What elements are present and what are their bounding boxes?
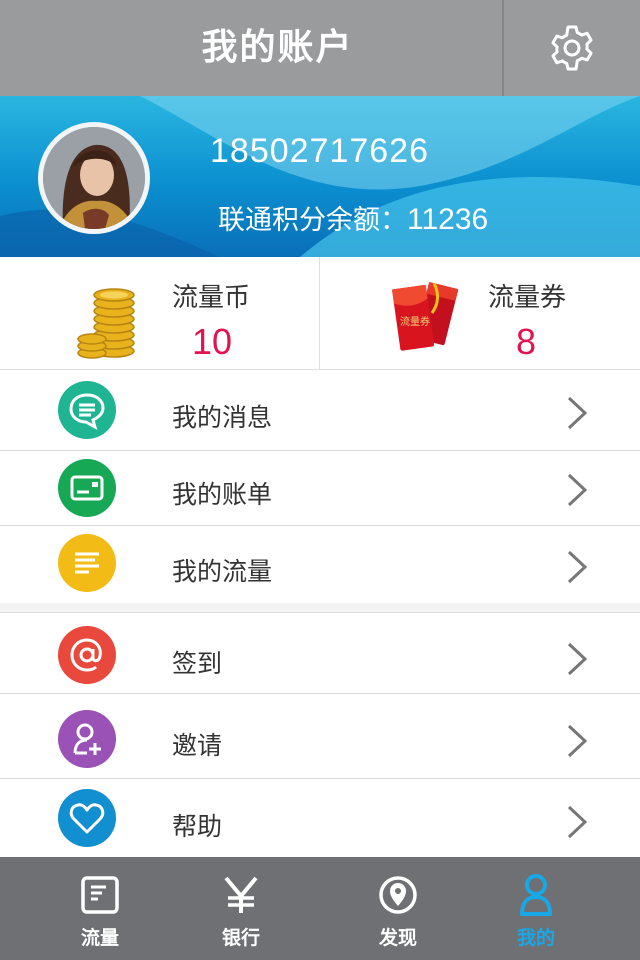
avatar[interactable] — [38, 122, 150, 234]
traffic-coins-label: 流量币 — [172, 283, 251, 313]
profile-banner: 18502717626 联通积分余额：11236 — [0, 96, 640, 257]
menu-item-invite[interactable]: 邀请 — [0, 694, 640, 779]
gold-coins-icon — [77, 288, 135, 359]
traffic-icon-badge — [58, 534, 116, 592]
menu-label: 邀请 — [172, 731, 223, 760]
chevron-right-icon — [567, 724, 588, 758]
traffic-coupons-value: 8 — [516, 321, 537, 362]
bills-icon-badge — [58, 459, 116, 517]
points-balance: 联通积分余额：11236 — [218, 198, 488, 237]
chevron-right-icon — [567, 396, 588, 430]
chevron-right-icon — [567, 550, 588, 584]
messages-icon-badge — [58, 381, 116, 439]
tab-label: 银行 — [221, 927, 260, 949]
points-label: 联通积分余额： — [218, 205, 407, 236]
section-divider — [0, 603, 640, 613]
menu-item-traffic[interactable]: 我的流量 — [0, 526, 640, 603]
menu-item-help[interactable]: 帮助 — [0, 779, 640, 857]
card-icon — [70, 475, 104, 501]
bottom-tab-bar: 流量 银行 发现 我的 — [0, 857, 640, 960]
at-sign-icon — [70, 638, 102, 672]
checkin-icon-badge — [58, 626, 116, 684]
invite-icon-badge — [58, 710, 116, 768]
tab-mine[interactable]: 我的 — [466, 857, 606, 960]
red-envelope-coupon-icon: 流量券 — [391, 281, 459, 351]
tab-bank[interactable]: 银行 — [171, 857, 311, 960]
tab-label: 发现 — [378, 927, 417, 949]
add-person-icon — [73, 723, 101, 755]
stats-row: 流量币 10 流量券 流量券 8 — [0, 257, 640, 370]
gear-icon — [551, 25, 593, 71]
tab-traffic[interactable]: 流量 — [30, 857, 170, 960]
chevron-right-icon — [567, 642, 588, 676]
person-icon — [514, 873, 558, 917]
document-icon — [78, 873, 122, 917]
location-pin-icon — [376, 873, 420, 917]
menu-label: 我的账单 — [172, 480, 273, 509]
traffic-coins-card[interactable]: 流量币 10 — [0, 257, 320, 369]
coupon-icon-text: 流量券 — [400, 315, 430, 328]
menu-item-bills[interactable]: 我的账单 — [0, 451, 640, 526]
page-title: 我的账户 — [201, 27, 354, 68]
phone-number: 18502717626 — [210, 132, 430, 170]
traffic-coins-value: 10 — [192, 321, 233, 362]
tab-label: 流量 — [80, 927, 119, 949]
menu-label: 我的消息 — [172, 403, 273, 432]
lines-icon — [75, 552, 99, 574]
help-icon-badge — [58, 789, 116, 847]
chevron-right-icon — [567, 473, 588, 507]
heart-icon — [69, 803, 105, 834]
avatar-photo — [43, 127, 145, 229]
points-value: 11236 — [407, 203, 489, 236]
traffic-coupons-card[interactable]: 流量券 流量券 8 — [320, 257, 640, 369]
menu-item-checkin[interactable]: 签到 — [0, 614, 640, 694]
menu-label: 帮助 — [172, 812, 223, 841]
tab-discover[interactable]: 发现 — [328, 857, 468, 960]
menu-label: 签到 — [172, 649, 223, 678]
title-bar: 我的账户 — [0, 0, 640, 96]
chevron-right-icon — [567, 805, 588, 839]
menu-item-messages[interactable]: 我的消息 — [0, 370, 640, 451]
chat-bubble-icon — [69, 393, 105, 430]
settings-button[interactable] — [504, 0, 640, 96]
traffic-coupons-label: 流量券 — [488, 283, 567, 313]
yen-icon — [219, 873, 263, 917]
menu-label: 我的流量 — [172, 557, 273, 586]
tab-label: 我的 — [516, 927, 555, 949]
